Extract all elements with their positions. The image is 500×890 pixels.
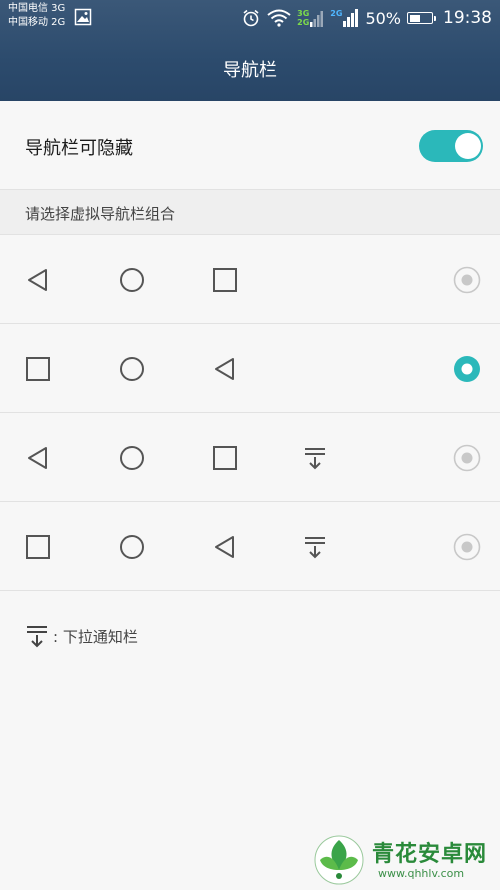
back-icon <box>28 447 47 469</box>
net-tag-2g-b: 2G <box>330 9 343 18</box>
nav-option-2[interactable] <box>0 324 500 413</box>
recent-apps-icon <box>213 446 237 470</box>
wifi-icon <box>267 9 291 27</box>
carrier-2: 中国移动 2G <box>8 17 66 28</box>
signal-bars-2-icon <box>343 9 359 27</box>
clock: 19:38 <box>443 8 492 28</box>
battery-percent: 50% <box>365 8 401 28</box>
battery-icon <box>407 12 436 24</box>
page-title: 导航栏 <box>223 60 277 81</box>
carrier-1: 中国电信 3G <box>8 3 66 14</box>
carrier-info: 中国电信 3G 中国移动 2G <box>8 2 65 30</box>
nav-option-4[interactable] <box>0 502 500 591</box>
alarm-icon <box>243 9 259 27</box>
signal-bars-icon <box>310 11 324 27</box>
legend-text: : 下拉通知栏 <box>53 627 138 646</box>
signal-2: 2G <box>330 9 359 27</box>
battery-fill <box>409 14 420 22</box>
watermark-logo-icon <box>314 835 364 885</box>
option-3-radio[interactable] <box>453 444 481 472</box>
home-icon <box>120 446 144 470</box>
app-header: 中国电信 3G 中国移动 2G 3G 2G 2G 50% 19:38 导航栏 <box>0 0 500 101</box>
toggle-knob <box>455 133 481 159</box>
nav-option-1[interactable] <box>0 235 500 324</box>
signal-1: 3G 2G <box>297 9 324 27</box>
net-tag-2g-a: 2G <box>297 18 310 27</box>
watermark-name: 青花安卓网 <box>372 842 488 867</box>
home-icon <box>120 268 144 292</box>
option-4-radio[interactable] <box>453 533 481 561</box>
home-icon <box>120 535 144 559</box>
hide-navbar-label: 导航栏可隐藏 <box>25 138 133 159</box>
option-1-radio[interactable] <box>453 266 481 294</box>
option-2-radio[interactable] <box>453 355 481 383</box>
watermark: 青花安卓网 www.qhhlv.com <box>310 830 500 889</box>
recent-apps-icon <box>26 535 50 559</box>
net-tag-3g: 3G <box>297 9 310 18</box>
recent-apps-icon <box>213 268 237 292</box>
legend: : 下拉通知栏 <box>25 623 138 649</box>
hide-navbar-setting[interactable]: 导航栏可隐藏 <box>0 101 500 190</box>
gallery-icon <box>74 8 92 26</box>
recent-apps-icon <box>26 357 50 381</box>
status-bar: 中国电信 3G 中国移动 2G 3G 2G 2G 50% 19:38 <box>0 0 500 36</box>
watermark-url: www.qhhlv.com <box>378 867 465 880</box>
back-icon <box>215 536 234 558</box>
home-icon <box>120 357 144 381</box>
notification-pull-icon <box>305 537 325 559</box>
back-icon <box>28 269 47 291</box>
notification-pull-icon <box>305 448 325 470</box>
back-icon <box>215 358 234 380</box>
section-header-text: 请选择虚拟导航栏组合 <box>25 205 176 223</box>
notification-pull-icon <box>27 626 47 648</box>
status-right: 3G 2G 2G 50% 19:38 <box>241 5 492 31</box>
nav-option-3[interactable] <box>0 413 500 502</box>
section-header: 请选择虚拟导航栏组合 <box>0 190 500 235</box>
